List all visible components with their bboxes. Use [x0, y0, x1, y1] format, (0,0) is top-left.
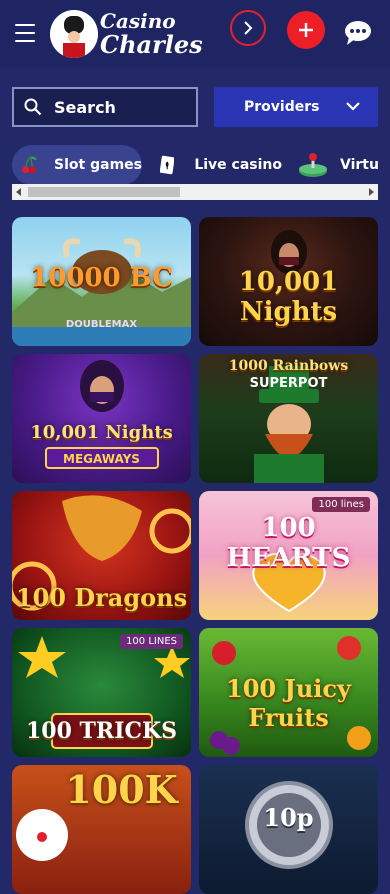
- game-title: 100K: [65, 767, 178, 812]
- game-badge: 100 lines: [312, 497, 370, 512]
- chevron-down-icon: [346, 102, 360, 111]
- game-title: 10000 BC: [30, 263, 173, 293]
- chevron-right-icon: [244, 21, 253, 35]
- category-tabs: Slot games Live casino Virtu: [0, 141, 390, 189]
- game-tile-100-juicy-fruits[interactable]: 100 Juicy Fruits: [199, 628, 378, 757]
- logo-badge[interactable]: [50, 10, 98, 58]
- horizontal-scrollbar[interactable]: [12, 184, 378, 200]
- game-badge: 100 LINES: [120, 634, 183, 649]
- chat-button[interactable]: [343, 20, 373, 46]
- game-tile-100k[interactable]: 100K: [12, 765, 191, 894]
- search-label: Search: [54, 97, 116, 117]
- game-title: 1000 Rainbows: [228, 358, 349, 374]
- game-title: 100 TRICKS: [25, 718, 178, 744]
- tab-label-virtual: Virtu: [340, 157, 379, 173]
- plus-icon: [299, 23, 313, 37]
- scrollbar-thumb[interactable]: [28, 187, 180, 197]
- game-tile-100-hearts[interactable]: 100 lines 100 HEARTS: [199, 491, 378, 620]
- logo-text[interactable]: Casino Charles: [100, 9, 203, 57]
- game-tile-10001-nights[interactable]: 10,001 Nights: [199, 217, 378, 346]
- game-tile-100-dragons[interactable]: 100 Dragons: [12, 491, 191, 620]
- logo-line-2: Charles: [100, 30, 203, 59]
- providers-label: Providers: [244, 99, 320, 115]
- header: Casino Charles: [0, 0, 390, 68]
- game-subtitle: DOUBLEMAX: [65, 319, 138, 330]
- hamburger-icon[interactable]: [15, 24, 35, 42]
- game-tile-10001-nights-megaways[interactable]: 10,001 Nights MEGAWAYS: [12, 354, 191, 483]
- login-button[interactable]: [230, 10, 266, 46]
- providers-dropdown[interactable]: Providers: [214, 87, 378, 127]
- search-icon: [24, 98, 42, 116]
- game-title: 100 Dragons: [15, 583, 188, 612]
- chat-bubble-icon: [345, 21, 371, 45]
- game-title: 10,001 Nights: [30, 422, 173, 443]
- tab-live-casino[interactable]: Live casino: [160, 145, 282, 185]
- scroll-left-icon[interactable]: [16, 188, 21, 196]
- game-title: 10p: [263, 803, 314, 832]
- game-tile-100-tricks[interactable]: 100 LINES 100 TRICKS: [12, 628, 191, 757]
- tab-label-live-casino: Live casino: [194, 157, 282, 173]
- register-button[interactable]: [287, 11, 325, 49]
- tab-label-slot-games: Slot games: [54, 157, 142, 173]
- game-title: 100 Juicy Fruits: [226, 674, 351, 732]
- tab-slot-games[interactable]: Slot games: [12, 145, 142, 185]
- game-title: 10,001 Nights: [238, 267, 339, 327]
- cherries-icon: [22, 156, 37, 174]
- game-subtitle: SUPERPOT: [249, 376, 328, 391]
- game-title: 100 HEARTS: [226, 513, 351, 573]
- game-tile-10000-bc[interactable]: 10000 BC DOUBLEMAX: [12, 217, 191, 346]
- game-tile-1000-rainbows[interactable]: 1000 Rainbows SUPERPOT: [199, 354, 378, 483]
- game-tile-10p[interactable]: 10p: [199, 765, 378, 894]
- joystick-icon: [299, 153, 327, 177]
- game-subtitle: MEGAWAYS: [63, 452, 140, 466]
- playing-card-icon: [160, 155, 175, 175]
- search-input[interactable]: Search: [12, 87, 198, 127]
- tab-virtual[interactable]: Virtu: [298, 145, 390, 185]
- scroll-right-icon[interactable]: [369, 188, 374, 196]
